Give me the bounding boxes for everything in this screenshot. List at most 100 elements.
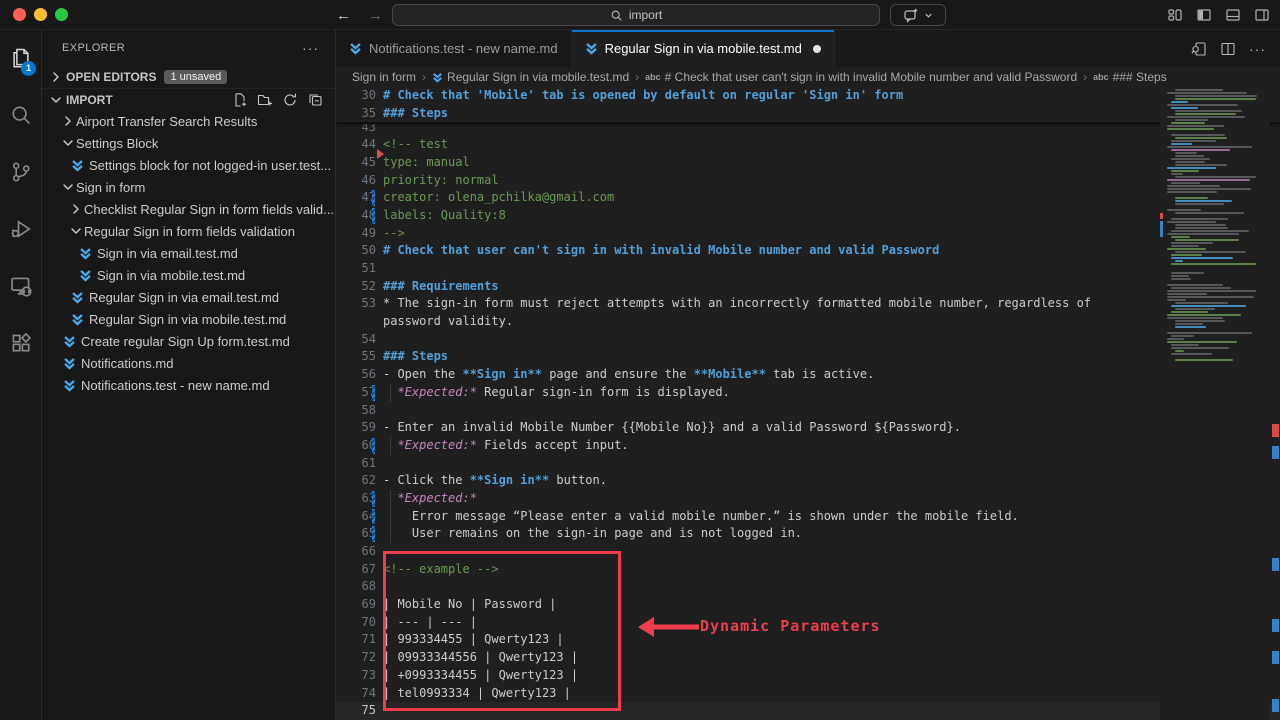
tree-item[interactable]: Settings Block (42, 132, 335, 154)
code-text: password validity. (383, 313, 1280, 331)
code-line[interactable]: 55### Steps (336, 348, 1280, 366)
code-line[interactable]: 50# Check that user can't sign in with i… (336, 242, 1280, 260)
chevron-down-icon (48, 92, 64, 108)
code-text: type: manual (383, 154, 1280, 172)
tab-label: Notifications.test - new name.md (369, 41, 558, 56)
code-line[interactable]: 59- Enter an invalid Mobile Number {{Mob… (336, 419, 1280, 437)
markdown-file-icon (71, 291, 84, 304)
gutter-modified-indicator (372, 208, 375, 224)
dirty-indicator-dot[interactable] (813, 45, 821, 53)
toggle-secondary-sidebar-icon[interactable] (1254, 7, 1270, 23)
open-editors-section[interactable]: OPEN EDITORS 1 unsaved (42, 66, 335, 88)
copilot-button[interactable] (890, 4, 946, 26)
source-control-icon (10, 161, 32, 183)
code-line[interactable]: 61 (336, 455, 1280, 473)
line-number: 48 (336, 207, 383, 225)
breadcrumb-label: Regular Sign in via mobile.test.md (447, 70, 629, 84)
code-text: # Check that user can't sign in with inv… (383, 242, 1280, 260)
code-line[interactable]: 53* The sign-in form must reject attempt… (336, 295, 1280, 313)
code-line[interactable]: 65 User remains on the sign-in page and … (336, 525, 1280, 543)
code-line[interactable]: 57 *Expected:* Regular sign-in form is d… (336, 384, 1280, 402)
tree-item[interactable]: Sign in form (42, 176, 335, 198)
open-preview-icon[interactable] (1191, 41, 1207, 57)
more-actions-icon[interactable]: ··· (1249, 41, 1266, 57)
breadcrumb-label: ### Steps (1113, 70, 1167, 84)
code-line[interactable]: password validity. (336, 313, 1280, 331)
code-line[interactable]: 56- Open the **Sign in** page and ensure… (336, 366, 1280, 384)
maximize-window-button[interactable] (55, 8, 68, 21)
markdown-file-icon (63, 357, 76, 370)
code-line[interactable]: 30# Check that 'Mobile' tab is opened by… (336, 87, 1280, 105)
tree-item[interactable]: Regular Sign in via email.test.md (42, 286, 335, 308)
breadcrumb: Sign in form › Regular Sign in via mobile.… (336, 67, 1280, 87)
code-line[interactable]: 49--> (336, 225, 1280, 243)
explorer-more-actions[interactable]: ··· (302, 40, 319, 56)
split-editor-icon[interactable] (1220, 41, 1236, 57)
code-line[interactable]: 44<!-- test (336, 136, 1280, 154)
tree-item[interactable]: Airport Transfer Search Results (42, 110, 335, 132)
activity-remote-explorer[interactable] (0, 260, 42, 312)
forward-arrow-icon[interactable]: → (368, 7, 383, 24)
code-text: creator: olena_pchilka@gmail.com (383, 189, 1280, 207)
breadcrumb-label: Sign in form (352, 70, 416, 84)
minimap[interactable] (1160, 87, 1270, 720)
toggle-panel-icon[interactable] (1225, 7, 1241, 23)
search-query-text: import (629, 8, 662, 22)
tree-item[interactable]: Create regular Sign Up form.test.md (42, 330, 335, 352)
code-line[interactable]: 51 (336, 260, 1280, 278)
new-file-icon[interactable] (232, 92, 248, 108)
collapse-all-icon[interactable] (307, 92, 323, 108)
breadcrumb-item[interactable]: abc ### Steps (1093, 70, 1167, 84)
tree-item[interactable]: Sign in via email.test.md (42, 242, 335, 264)
refresh-icon[interactable] (282, 92, 298, 108)
remote-explorer-icon (10, 275, 32, 297)
customize-layout-icon[interactable] (1167, 7, 1183, 23)
toggle-primary-sidebar-icon[interactable] (1196, 7, 1212, 23)
gutter-marker-icon (377, 149, 384, 159)
breadcrumb-item[interactable]: Regular Sign in via mobile.test.md (432, 70, 629, 84)
command-center-search[interactable]: import (392, 4, 880, 26)
code-line[interactable]: 45type: manual (336, 154, 1280, 172)
tree-item-label: Regular Sign in form fields validation (84, 224, 295, 239)
new-folder-icon[interactable] (257, 92, 273, 108)
import-folder-label: IMPORT (66, 93, 113, 107)
breadcrumb-item[interactable]: Sign in form (352, 70, 416, 84)
tree-item[interactable]: Settings block for not logged-in user.te… (42, 154, 335, 176)
code-line[interactable]: 52### Requirements (336, 278, 1280, 296)
code-line[interactable]: 47creator: olena_pchilka@gmail.com (336, 189, 1280, 207)
back-arrow-icon[interactable]: ← (336, 7, 351, 24)
code-line[interactable]: 35### Steps (336, 105, 1280, 123)
code-line[interactable]: 62- Click the **Sign in** button. (336, 472, 1280, 490)
tree-item[interactable]: Regular Sign in via mobile.test.md (42, 308, 335, 330)
close-window-button[interactable] (13, 8, 26, 21)
code-line[interactable]: 64 Error message “Please enter a valid m… (336, 508, 1280, 526)
code-line[interactable]: 54 (336, 331, 1280, 349)
code-line[interactable]: 58 (336, 402, 1280, 420)
activity-source-control[interactable] (0, 146, 42, 198)
code-text (383, 455, 1280, 473)
markdown-file-icon (71, 313, 84, 326)
tab[interactable]: Notifications.test - new name.md (336, 30, 572, 67)
symbol-string-icon: abc (1093, 72, 1109, 82)
minimize-window-button[interactable] (34, 8, 47, 21)
breadcrumb-item[interactable]: abc# Check that user can't sign in with … (645, 70, 1077, 84)
tree-item[interactable]: Sign in via mobile.test.md (42, 264, 335, 286)
gutter-modified-indicator (372, 491, 375, 507)
code-line[interactable]: 46priority: normal (336, 172, 1280, 190)
indent-guide (390, 525, 391, 543)
tab-active[interactable]: Regular Sign in via mobile.test.md (572, 30, 835, 67)
tree-item[interactable]: Notifications.md (42, 352, 335, 374)
breadcrumb-separator: › (422, 70, 426, 84)
activity-run-debug[interactable] (0, 203, 42, 255)
activity-explorer[interactable]: 1 (0, 32, 42, 84)
code-line[interactable]: 60 *Expected:* Fields accept input. (336, 437, 1280, 455)
tree-item-label: Settings block for not logged-in user.te… (89, 158, 331, 173)
code-line[interactable]: 48labels: Quality:8 (336, 207, 1280, 225)
import-folder-section[interactable]: IMPORT (42, 88, 335, 110)
activity-extensions[interactable] (0, 317, 42, 369)
tree-item[interactable]: Checklist Regular Sign in form fields va… (42, 198, 335, 220)
code-line[interactable]: 63 *Expected:* (336, 490, 1280, 508)
tree-item[interactable]: Notifications.test - new name.md (42, 374, 335, 396)
tree-item[interactable]: Regular Sign in form fields validation (42, 220, 335, 242)
activity-search[interactable] (0, 89, 42, 141)
